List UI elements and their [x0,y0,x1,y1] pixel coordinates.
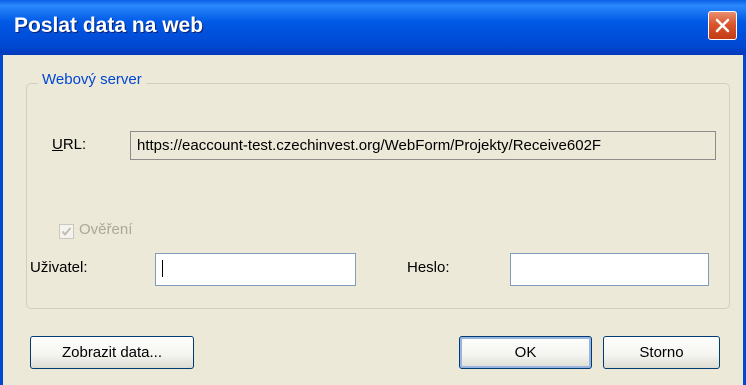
dialog-window: Poslat data na web Webový server URL: ht… [0,0,746,385]
user-input[interactable] [155,253,356,286]
url-label-accesskey: U [52,136,63,153]
checkmark-icon [61,227,72,237]
groupbox-title: Webový server [38,71,146,88]
title-bar[interactable]: Poslat data na web [0,0,746,55]
close-icon [715,18,730,33]
text-caret [162,260,163,277]
cancel-button[interactable]: Storno [603,336,720,369]
window-title: Poslat data na web [14,14,204,37]
url-field[interactable]: https://eaccount-test.czechinvest.org/We… [130,131,716,160]
url-label: URL: [52,136,86,153]
window-frame-left [0,55,3,385]
auth-checkbox-label: Ověření [79,221,133,238]
password-label: Heslo: [407,259,450,276]
auth-checkbox[interactable] [59,224,74,239]
show-data-button[interactable]: Zobrazit data... [30,336,194,369]
close-button[interactable] [708,11,737,40]
ok-button[interactable]: OK [459,336,592,369]
url-label-rest: RL: [62,136,87,153]
user-label: Uživatel: [30,259,88,276]
password-input[interactable] [510,253,709,286]
